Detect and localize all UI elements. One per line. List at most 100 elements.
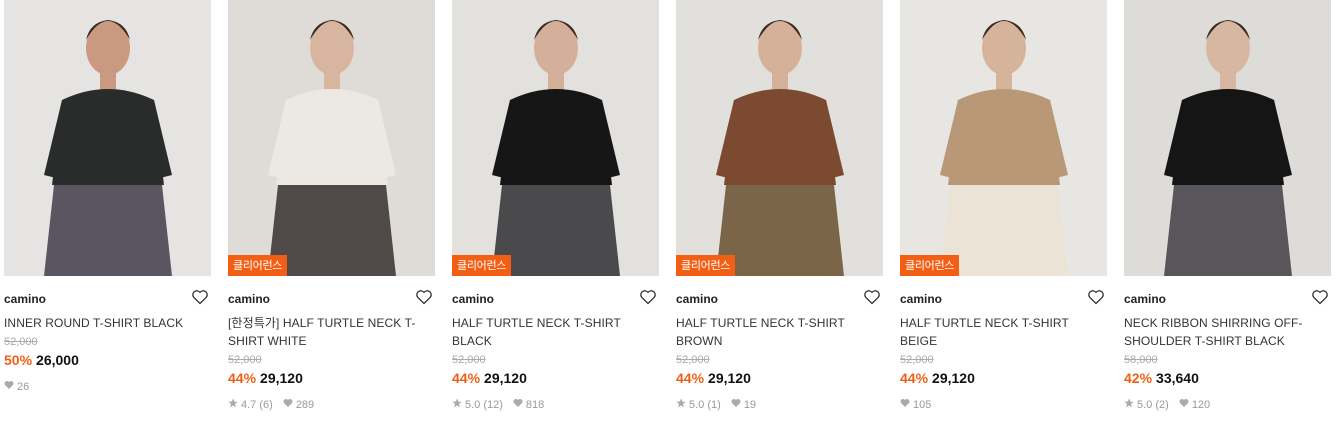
rating-value: 4.7 xyxy=(241,399,257,411)
sale-price: 29,120 xyxy=(260,370,303,386)
heart-filled-icon xyxy=(513,398,526,412)
wishlist-heart-icon[interactable] xyxy=(1087,288,1105,306)
likes: 120 xyxy=(1179,398,1210,412)
product-name[interactable]: NECK RIBBON SHIRRING OFF-SHOULDER T-SHIR… xyxy=(1124,314,1324,350)
likes: 26 xyxy=(4,380,29,394)
review-count: (2) xyxy=(1155,399,1169,411)
star-icon xyxy=(676,398,689,412)
brand-name[interactable]: camino xyxy=(228,292,270,306)
brand-row: camino xyxy=(900,290,1107,310)
price-row: 44% 29,120 xyxy=(676,369,883,387)
star-icon xyxy=(1124,398,1137,412)
product-name[interactable]: INNER ROUND T-SHIRT BLACK xyxy=(4,314,204,332)
clearance-badge: 클리어런스 xyxy=(900,255,960,276)
brand-row: camino xyxy=(452,290,659,310)
brand-row: camino xyxy=(676,290,883,310)
product-card[interactable]: 클리어런스 camino HALF TURTLE NECK T-SHIRT BR… xyxy=(676,0,883,433)
original-price: 52,000 xyxy=(228,354,262,366)
product-card[interactable]: camino NECK RIBBON SHIRRING OFF-SHOULDER… xyxy=(1124,0,1331,433)
rating-value: 5.0 xyxy=(465,399,481,411)
product-name[interactable]: HALF TURTLE NECK T-SHIRT BEIGE xyxy=(900,314,1100,350)
discount-rate: 50% xyxy=(4,352,33,368)
review-count: (12) xyxy=(483,399,503,411)
original-price: 52,000 xyxy=(900,354,934,366)
product-image[interactable]: 클리어런스 xyxy=(452,0,659,276)
product-card[interactable]: 클리어런스 camino HALF TURTLE NECK T-SHIRT BE… xyxy=(900,0,1107,433)
product-meta: 5.0 (12) 818 xyxy=(452,398,659,412)
likes-count: 105 xyxy=(913,399,932,411)
sale-price: 29,120 xyxy=(932,370,975,386)
rating: 5.0 (2) xyxy=(1124,398,1169,412)
brand-name[interactable]: camino xyxy=(452,292,494,306)
product-image[interactable] xyxy=(4,0,211,276)
wishlist-heart-icon[interactable] xyxy=(863,288,881,306)
price-row: 44% 29,120 xyxy=(900,369,1107,387)
rating: 5.0 (12) xyxy=(452,398,503,412)
sale-price: 29,120 xyxy=(708,370,751,386)
likes-count: 26 xyxy=(17,381,30,393)
product-card[interactable]: camino INNER ROUND T-SHIRT BLACK 52,000 … xyxy=(4,0,211,433)
likes-count: 19 xyxy=(743,399,757,411)
brand-name[interactable]: camino xyxy=(4,292,46,306)
brand-row: camino xyxy=(228,290,435,310)
original-price: 58,000 xyxy=(1124,354,1158,366)
brand-row: camino xyxy=(4,290,211,310)
product-meta: 5.0 (2) 120 xyxy=(1124,398,1331,412)
discount-rate: 44% xyxy=(900,370,929,386)
product-card[interactable]: 클리어런스 camino HALF TURTLE NECK T-SHIRT BL… xyxy=(452,0,659,433)
likes-count: 818 xyxy=(525,399,545,411)
heart-filled-icon xyxy=(4,380,17,394)
wishlist-heart-icon[interactable] xyxy=(415,288,433,306)
price-row: 42% 33,640 xyxy=(1124,369,1331,387)
rating: 5.0 (1) xyxy=(676,398,721,412)
product-name[interactable]: HALF TURTLE NECK T-SHIRT BLACK xyxy=(452,314,652,350)
clearance-badge: 클리어런스 xyxy=(676,255,736,276)
likes-count: 289 xyxy=(295,399,315,411)
product-card[interactable]: 클리어런스 camino [한정특가] HALF TURTLE NECK T-S… xyxy=(228,0,435,433)
original-price: 52,000 xyxy=(452,354,486,366)
heart-filled-icon xyxy=(283,398,296,412)
star-icon xyxy=(228,398,241,412)
original-price: 52,000 xyxy=(676,354,710,366)
brand-row: camino xyxy=(1124,290,1331,310)
product-meta: 105 xyxy=(900,398,1107,412)
product-image[interactable]: 클리어런스 xyxy=(676,0,883,276)
discount-rate: 44% xyxy=(676,370,705,386)
brand-name[interactable]: camino xyxy=(676,292,718,306)
review-count: (6) xyxy=(259,399,273,411)
product-image[interactable] xyxy=(1124,0,1331,276)
review-count: (1) xyxy=(707,399,721,411)
star-icon xyxy=(452,398,465,412)
product-name[interactable]: HALF TURTLE NECK T-SHIRT BROWN xyxy=(676,314,876,350)
discount-rate: 44% xyxy=(228,370,257,386)
product-grid: camino INNER ROUND T-SHIRT BLACK 52,000 … xyxy=(0,0,1341,433)
wishlist-heart-icon[interactable] xyxy=(191,288,209,306)
heart-filled-icon xyxy=(900,398,913,412)
product-image[interactable]: 클리어런스 xyxy=(900,0,1107,276)
sale-price: 33,640 xyxy=(1156,370,1199,386)
wishlist-heart-icon[interactable] xyxy=(639,288,657,306)
sale-price: 26,000 xyxy=(36,352,79,368)
likes: 289 xyxy=(283,398,314,412)
price-row: 44% 29,120 xyxy=(228,369,435,387)
brand-name[interactable]: camino xyxy=(1124,292,1166,306)
likes: 105 xyxy=(900,398,931,412)
product-meta: 26 xyxy=(4,380,211,394)
product-image[interactable]: 클리어런스 xyxy=(228,0,435,276)
rating-value: 5.0 xyxy=(689,399,705,411)
product-meta: 5.0 (1) 19 xyxy=(676,398,883,412)
likes-count: 120 xyxy=(1191,399,1211,411)
rating-value: 5.0 xyxy=(1137,399,1153,411)
discount-rate: 44% xyxy=(452,370,481,386)
wishlist-heart-icon[interactable] xyxy=(1311,288,1329,306)
likes: 818 xyxy=(513,398,544,412)
product-name[interactable]: [한정특가] HALF TURTLE NECK T-SHIRT WHITE xyxy=(228,314,428,350)
product-meta: 4.7 (6) 289 xyxy=(228,398,435,412)
likes: 19 xyxy=(731,398,756,412)
discount-rate: 42% xyxy=(1124,370,1153,386)
rating: 4.7 (6) xyxy=(228,398,273,412)
original-price: 52,000 xyxy=(4,336,38,348)
price-row: 50% 26,000 xyxy=(4,351,211,369)
brand-name[interactable]: camino xyxy=(900,292,942,306)
heart-filled-icon xyxy=(731,398,744,412)
